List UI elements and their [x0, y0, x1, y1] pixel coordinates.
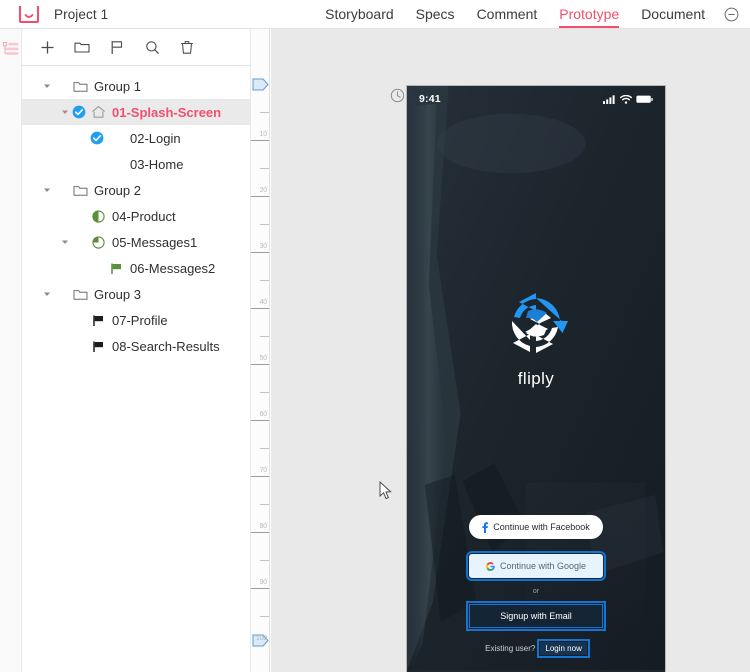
tree-item-label: Group 2	[94, 182, 141, 198]
status-time: 9:41	[419, 93, 441, 105]
wifi-icon	[620, 94, 632, 104]
existing-user-label: Existing user?	[485, 644, 536, 653]
tab-storyboard[interactable]: Storyboard	[314, 0, 404, 29]
tree-item-04-product[interactable]: 04-Product	[22, 203, 269, 229]
plus-icon[interactable]	[38, 38, 56, 56]
check-circle-icon[interactable]	[90, 131, 104, 145]
ruler-label: 90	[259, 579, 268, 586]
circle-minus-icon[interactable]	[716, 0, 746, 29]
google-g-icon	[486, 561, 495, 571]
folder-open-icon	[72, 182, 88, 198]
mouse-pointer-icon	[379, 481, 392, 500]
check-circle-icon[interactable]	[72, 105, 86, 119]
login-now-link[interactable]: Login now	[537, 639, 590, 658]
tab-comment[interactable]: Comment	[466, 0, 549, 29]
page-icon-placeholder	[108, 156, 124, 172]
page-tree: Group 1 01-Splash-Screen 02-Login 03-Hom…	[22, 66, 269, 359]
ruler-label: 10	[259, 131, 268, 138]
prototype-canvas[interactable]: 9:41 fliply Continue with Facebook Conti…	[271, 29, 750, 672]
tree-item-06-messages2[interactable]: 06-Messages2	[22, 255, 269, 281]
phone-status-bar: 9:41	[407, 86, 665, 112]
search-icon[interactable]	[143, 38, 161, 56]
tab-document[interactable]: Document	[630, 0, 716, 29]
battery-icon	[636, 95, 653, 103]
page-icon-placeholder	[108, 130, 124, 146]
tree-item-label: 04-Product	[112, 208, 176, 224]
top-bar: Project 1 Storyboard Specs Comment Proto…	[0, 0, 750, 29]
google-button-label: Continue with Google	[499, 561, 587, 571]
clock-icon[interactable]	[390, 88, 405, 103]
cellular-signal-icon	[603, 94, 615, 104]
tree-item-label: Group 3	[94, 286, 141, 302]
facebook-button-label: Continue with Facebook	[493, 522, 590, 532]
fliply-refresh-logo-icon	[511, 293, 568, 353]
folder-open-icon	[72, 286, 88, 302]
phone-preview[interactable]: 9:41 fliply Continue with Facebook Conti…	[406, 85, 666, 672]
chevron-down-icon[interactable]	[40, 79, 54, 93]
tree-item-07-profile[interactable]: 07-Profile	[22, 307, 269, 333]
flag-black-icon	[90, 312, 106, 328]
or-divider-label: or	[532, 588, 540, 595]
trash-icon[interactable]	[178, 38, 196, 56]
tree-item-05-messages1[interactable]: 05-Messages1	[22, 229, 269, 255]
signup-with-email-button[interactable]: Signup with Email	[466, 601, 606, 631]
tree-item-02-login[interactable]: 02-Login	[22, 125, 269, 151]
tree-item-group-2[interactable]: Group 2	[22, 177, 269, 203]
mockplus-logo-icon[interactable]	[18, 4, 40, 24]
ruler-label: 70	[259, 467, 268, 474]
tab-specs[interactable]: Specs	[405, 0, 466, 29]
existing-user-row: Existing user? Login now	[485, 639, 590, 658]
home-icon	[90, 104, 106, 120]
facebook-f-icon	[482, 521, 489, 533]
vertical-ruler[interactable]: 10 20 30 40 50 60 70 80 90 100	[250, 29, 270, 672]
app-name-label: fliply	[517, 369, 555, 388]
chevron-down-icon[interactable]	[40, 183, 54, 197]
project-title: Project 1	[54, 6, 109, 22]
tree-item-label: 07-Profile	[112, 312, 168, 328]
sidebar-toolbar	[22, 29, 269, 66]
tree-item-03-home[interactable]: 03-Home	[22, 151, 269, 177]
flag-green-icon	[108, 260, 124, 276]
ruler-label: 100	[255, 635, 267, 642]
folder-open-icon	[72, 78, 88, 94]
signup-options: Continue with Facebook Continue with Goo…	[407, 515, 665, 658]
outline-list-icon[interactable]	[3, 41, 19, 57]
ruler-label: 80	[259, 523, 268, 530]
folder-icon[interactable]	[73, 38, 91, 56]
ruler-label: 40	[259, 299, 268, 306]
app-logo-block: fliply	[407, 291, 665, 389]
link-marker-top[interactable]	[252, 78, 269, 91]
ruler-label: 50	[259, 355, 268, 362]
tree-item-label: 05-Messages1	[112, 234, 198, 250]
half-circle-green-icon	[90, 208, 106, 224]
tree-item-label: 06-Messages2	[130, 260, 216, 276]
quarter-circle-green-icon	[90, 234, 106, 250]
tree-item-label: 02-Login	[130, 130, 181, 146]
tree-item-group-3[interactable]: Group 3	[22, 281, 269, 307]
app-root: Project 1 Storyboard Specs Comment Proto…	[0, 0, 750, 672]
main-nav: Storyboard Specs Comment Prototype Docum…	[314, 0, 750, 29]
tree-item-01-splash-screen[interactable]: 01-Splash-Screen	[22, 99, 269, 125]
continue-with-facebook-button[interactable]: Continue with Facebook	[469, 515, 603, 539]
tree-item-08-search-results[interactable]: 08-Search-Results	[22, 333, 269, 359]
tree-item-label: 03-Home	[130, 156, 184, 172]
ruler-label: 60	[259, 411, 268, 418]
chevron-down-icon[interactable]	[58, 235, 72, 249]
ruler-label: 30	[259, 243, 268, 250]
status-indicators	[603, 94, 653, 104]
pages-sidebar: Group 1 01-Splash-Screen 02-Login 03-Hom…	[22, 29, 270, 672]
tree-item-group-1[interactable]: Group 1	[22, 73, 269, 99]
left-rail	[0, 29, 22, 672]
tree-item-label: 08-Search-Results	[112, 338, 220, 354]
continue-with-google-button[interactable]: Continue with Google	[466, 551, 606, 581]
flag-black-icon	[90, 338, 106, 354]
email-button-label: Signup with Email	[500, 611, 572, 621]
ruler-label: 20	[259, 187, 268, 194]
flag-icon[interactable]	[108, 38, 126, 56]
tree-item-label: Group 1	[94, 78, 141, 94]
tree-item-label: 01-Splash-Screen	[112, 104, 222, 120]
tab-prototype[interactable]: Prototype	[548, 0, 630, 29]
chevron-down-icon[interactable]	[58, 105, 72, 119]
chevron-down-icon[interactable]	[40, 287, 54, 301]
